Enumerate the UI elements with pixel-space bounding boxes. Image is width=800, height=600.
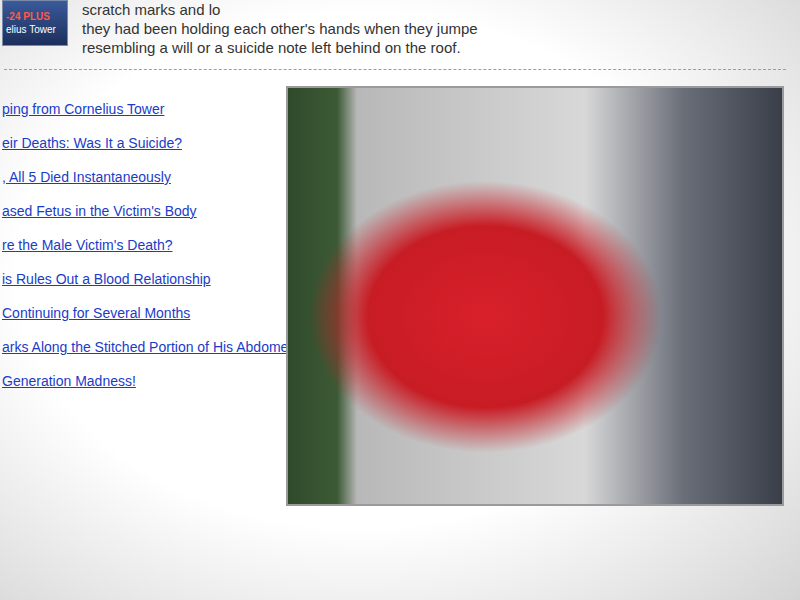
article-line: resembling a will or a suicide note left… bbox=[82, 38, 478, 57]
article-link[interactable]: is Rules Out a Blood Relationship bbox=[2, 270, 272, 288]
news-video[interactable] bbox=[286, 86, 784, 506]
article-line: they had been holding each other's hands… bbox=[82, 19, 478, 38]
content: ping from Cornelius Tower eir Deaths: Was… bbox=[0, 70, 800, 506]
article-link[interactable]: Continuing for Several Months bbox=[2, 304, 272, 322]
article-link[interactable]: ping from Cornelius Tower bbox=[2, 100, 272, 118]
divider bbox=[4, 69, 786, 70]
article-link[interactable]: ased Fetus in the Victim's Body bbox=[2, 202, 272, 220]
article-link[interactable]: eir Deaths: Was It a Suicide? bbox=[2, 134, 272, 152]
logo-text: -24 PLUS bbox=[6, 10, 64, 23]
news-logo: -24 PLUSelius Tower bbox=[2, 0, 68, 46]
link-list: ping from Cornelius Tower eir Deaths: Was… bbox=[2, 86, 272, 506]
article-link[interactable]: re the Male Victim's Death? bbox=[2, 236, 272, 254]
article-link[interactable]: , All 5 Died Instantaneously bbox=[2, 168, 272, 186]
article-header: -24 PLUSelius Tower scratch marks and lot… bbox=[0, 0, 800, 57]
news-page: -24 PLUSelius Tower scratch marks and lot… bbox=[0, 0, 800, 600]
article-link[interactable]: arks Along the Stitched Portion of His A… bbox=[2, 338, 272, 356]
logo-text: elius Tower bbox=[6, 23, 64, 36]
article-line: scratch marks and lo bbox=[82, 0, 478, 19]
article-text: scratch marks and lothey had been holdin… bbox=[82, 0, 478, 57]
article-link[interactable]: Generation Madness! bbox=[2, 372, 272, 390]
